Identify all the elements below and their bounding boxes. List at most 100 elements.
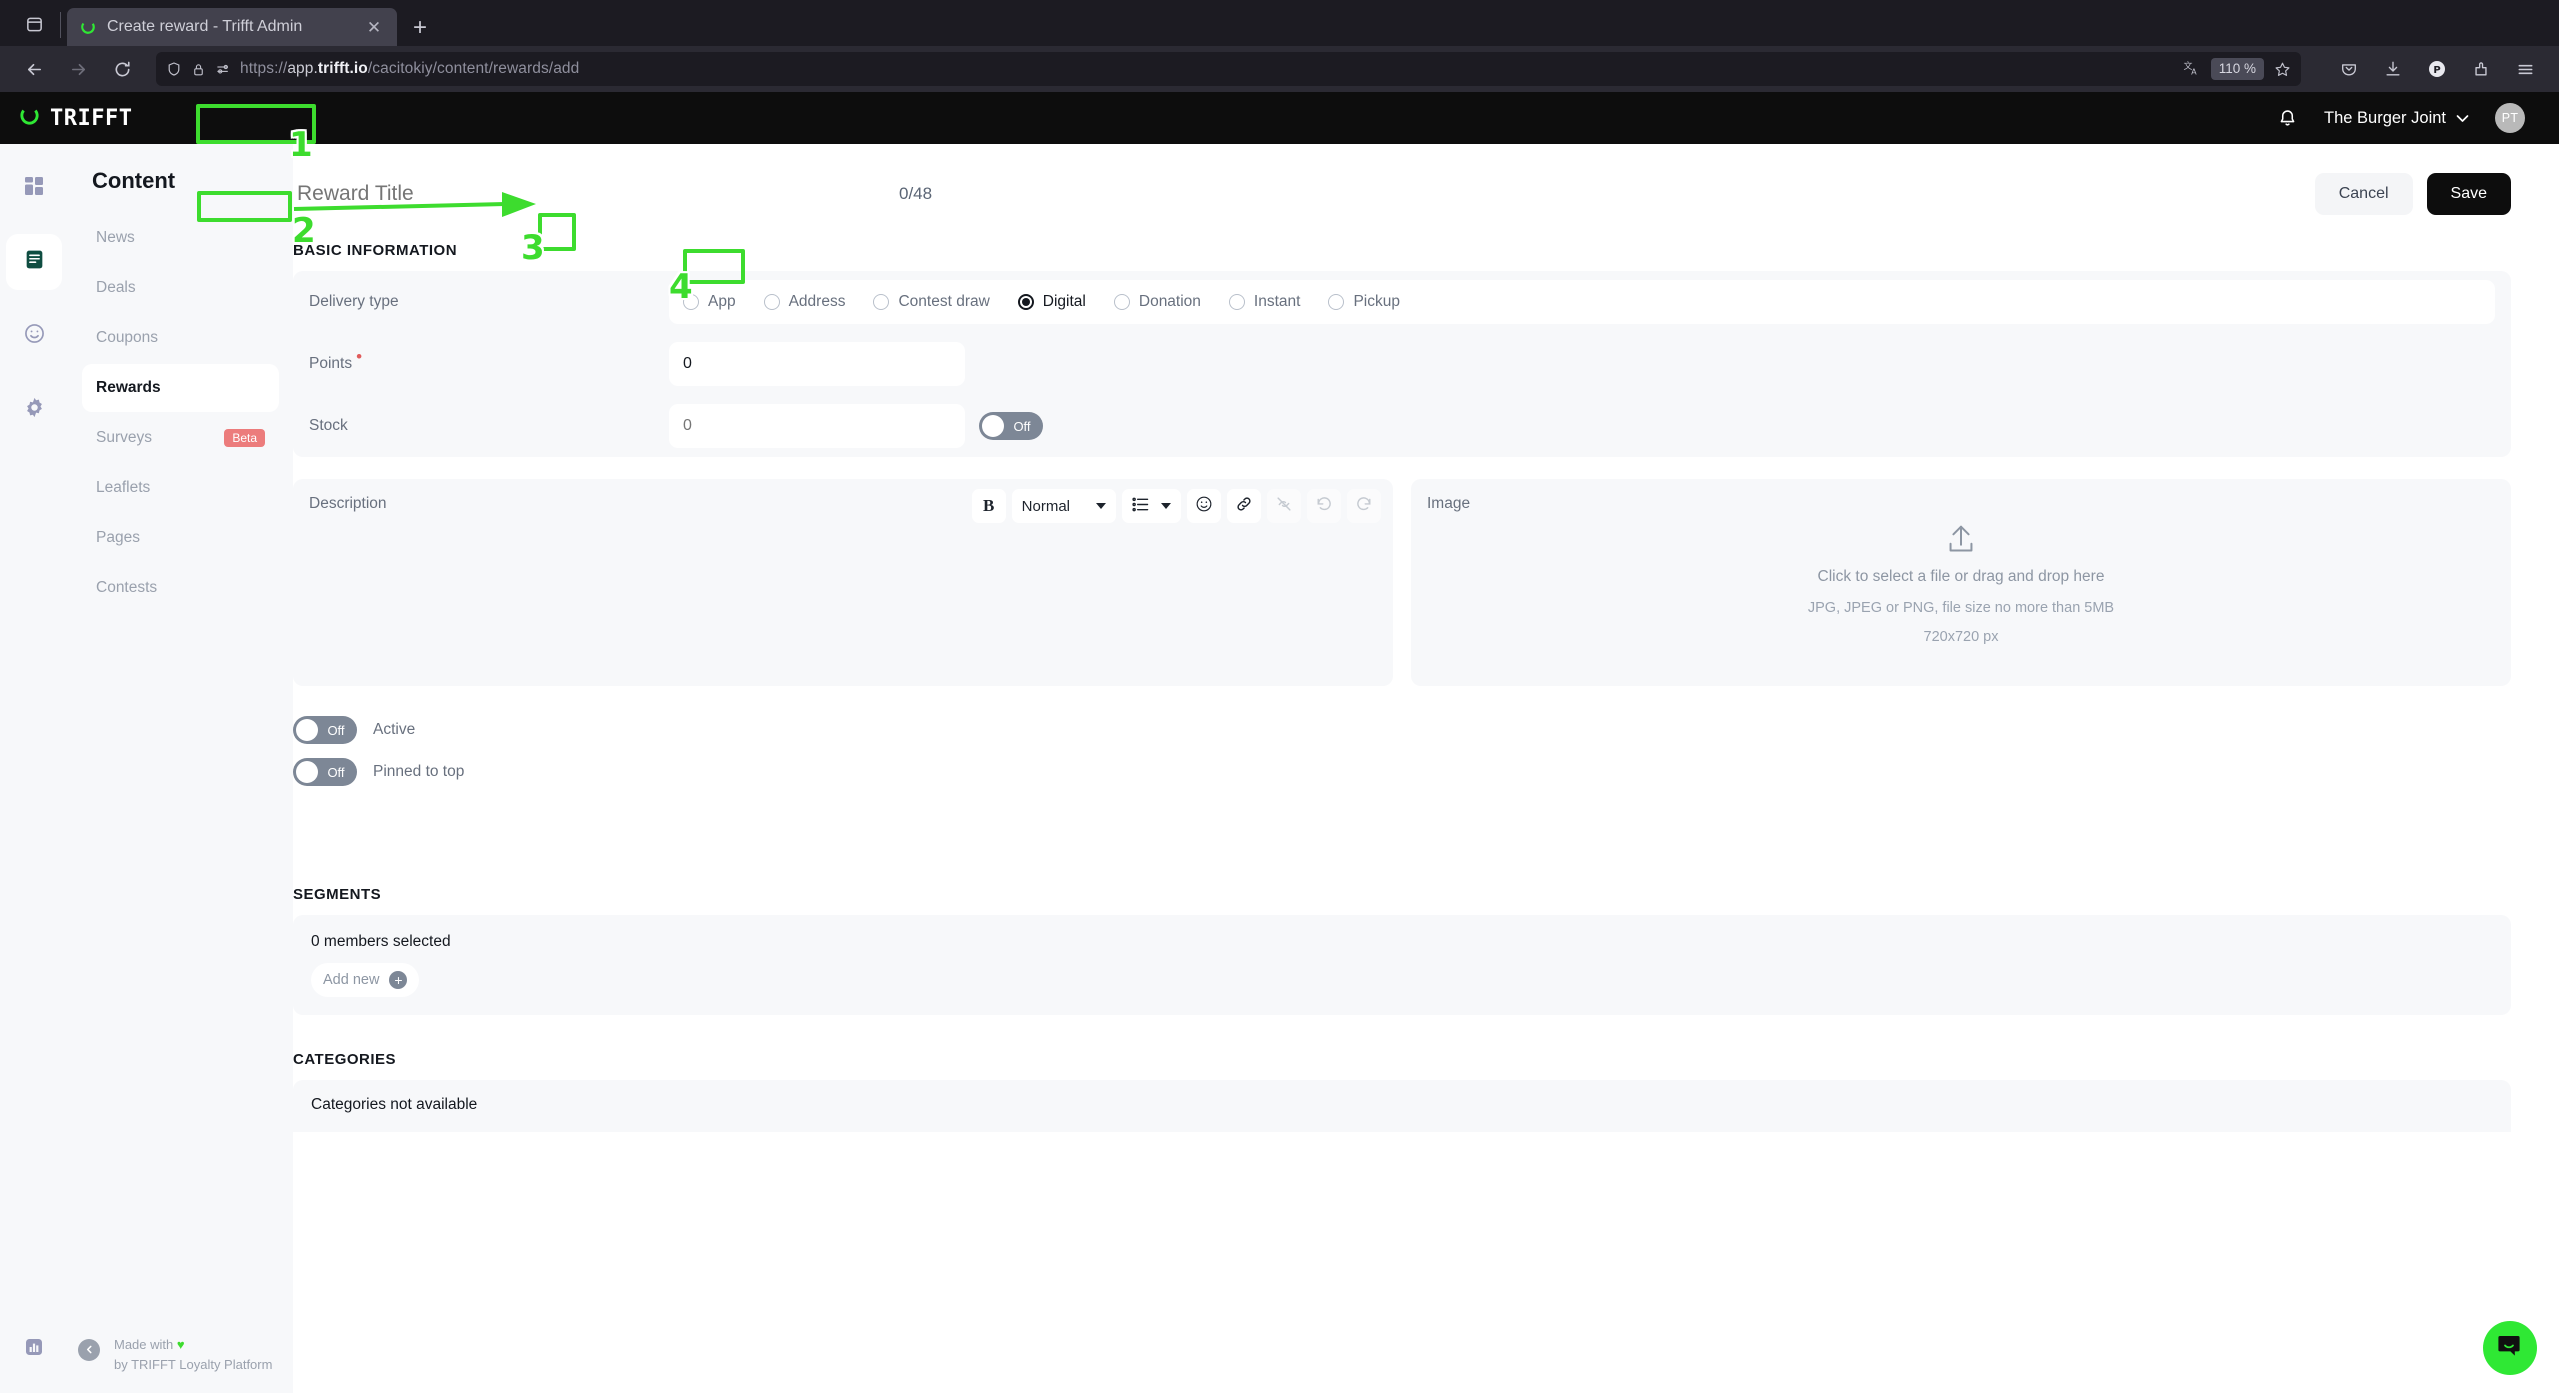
downloads-icon[interactable]	[2373, 51, 2413, 87]
pinned-to-top-toggle[interactable]: Off	[293, 758, 357, 786]
rail-item-dashboard[interactable]	[6, 160, 62, 216]
radio-label: Pickup	[1353, 293, 1400, 310]
stock-input[interactable]	[669, 404, 965, 448]
translate-icon[interactable]: 文 A	[2183, 60, 2201, 78]
close-icon[interactable]: ✕	[363, 19, 385, 36]
sidebar-item-label: Pages	[96, 529, 140, 546]
made-with-line1: Made with	[114, 1336, 174, 1352]
intercom-chat-button[interactable]	[2483, 1321, 2537, 1375]
chevron-left-icon[interactable]	[78, 1338, 100, 1361]
sidebar-item-label: Leaflets	[96, 479, 151, 496]
radio-label: Instant	[1253, 293, 1301, 310]
pinned-to-top-label: Pinned to top	[373, 763, 465, 780]
bulleted-list-icon	[1132, 497, 1149, 516]
sidebar-item-leaflets[interactable]: Leaflets	[82, 464, 279, 512]
radio-circle-icon	[873, 294, 890, 310]
org-name-label: The Burger Joint	[2324, 108, 2446, 127]
delivery-type-label: Delivery type	[309, 293, 399, 310]
text-style-select[interactable]: Normal	[1011, 489, 1116, 523]
emoji-button[interactable]	[1187, 489, 1221, 523]
radio-circle-icon	[763, 294, 780, 310]
link-button[interactable]	[1227, 489, 1261, 523]
radio-contest-draw[interactable]: Contest draw	[873, 293, 990, 311]
shield-icon[interactable]	[166, 61, 182, 77]
profile-icon[interactable]: P	[2417, 51, 2457, 87]
toggle-knob	[296, 719, 318, 741]
radio-donation[interactable]: Donation	[1113, 293, 1201, 311]
page-actions: Cancel Save	[2314, 173, 2511, 215]
radio-instant[interactable]: Instant	[1228, 293, 1301, 311]
radio-digital[interactable]: Digital	[1017, 293, 1086, 311]
back-arrow-icon[interactable]	[14, 51, 54, 87]
list-style-select[interactable]	[1122, 489, 1181, 523]
upload-dimensions-text: 720x720 px	[1923, 628, 1999, 645]
undo-button	[1307, 489, 1341, 523]
save-button[interactable]: Save	[2426, 173, 2511, 215]
segments-card: 0 members selected Add new +	[293, 915, 2511, 1015]
avatar[interactable]: PT	[2495, 103, 2525, 133]
radio-label: Digital	[1042, 293, 1086, 310]
emoji-icon	[1195, 495, 1213, 518]
section-categories: CATEGORIES	[293, 1051, 397, 1068]
lock-icon[interactable]	[191, 62, 206, 77]
sidebar-item-contests[interactable]: Contests	[82, 564, 279, 612]
pocket-icon[interactable]	[2329, 51, 2369, 87]
rail-item-content[interactable]	[6, 234, 62, 290]
smiley-icon	[23, 322, 46, 350]
browser-tab[interactable]: Create reward - Trifft Admin ✕	[67, 8, 397, 46]
zoom-level-badge[interactable]: 110 %	[2210, 57, 2264, 81]
rail-item-settings[interactable]	[6, 382, 62, 438]
bell-icon[interactable]	[2277, 108, 2298, 129]
radio-address[interactable]: Address	[763, 293, 845, 311]
app-logo[interactable]: TRIFFT	[18, 104, 132, 132]
sidebar-item-coupons[interactable]: Coupons	[82, 314, 279, 362]
rail-item-analytics[interactable]	[6, 1321, 62, 1377]
active-toggle[interactable]: Off	[293, 716, 357, 744]
active-toggle-label: Active	[373, 721, 416, 738]
image-upload-card[interactable]: Image Click to select a file or drag and…	[1411, 479, 2511, 686]
toggle-state-label: Off	[327, 722, 345, 738]
reload-icon[interactable]	[102, 51, 142, 87]
sidebar-item-surveys[interactable]: Surveys Beta	[82, 414, 279, 462]
sidebar-item-news[interactable]: News	[82, 214, 279, 262]
description-label: Description	[309, 495, 387, 512]
radio-app[interactable]: App	[683, 293, 736, 311]
tab-list-icon[interactable]	[12, 2, 56, 46]
description-card[interactable]: Description B Normal	[293, 479, 1393, 686]
upload-icon	[1942, 521, 1980, 564]
sidebar-item-rewards[interactable]: Rewards	[82, 364, 279, 412]
toggle-state-label: Off	[1013, 418, 1031, 434]
active-toggle-row: Off Active	[293, 716, 2511, 744]
sidebar-item-pages[interactable]: Pages	[82, 514, 279, 562]
sidebar-footer: Made with ♥ by TRIFFT Loyalty Platform	[78, 1335, 279, 1393]
new-tab-button[interactable]: +	[413, 16, 427, 40]
radio-label: Contest draw	[898, 293, 990, 310]
sidebar-item-deals[interactable]: Deals	[82, 264, 279, 312]
chat-bubble-icon	[2497, 1333, 2523, 1364]
text-style-value: Normal	[1021, 497, 1070, 515]
bold-button[interactable]: B	[971, 489, 1006, 523]
svg-text:P: P	[2433, 65, 2440, 76]
radio-pickup[interactable]: Pickup	[1328, 293, 1400, 311]
permissions-icon[interactable]	[215, 61, 231, 77]
page-viewport: TRIFFT The Burger Joint PT Content News …	[0, 92, 2559, 1393]
star-icon[interactable]	[2274, 61, 2291, 78]
extensions-icon[interactable]	[2461, 51, 2501, 87]
address-bar[interactable]: https://app.trifft.io/cacitokiy/content/…	[156, 52, 2301, 86]
svg-text:A: A	[2191, 66, 2197, 76]
rail-item-engagement[interactable]	[6, 308, 62, 364]
add-new-segment-button[interactable]: Add new +	[311, 963, 420, 997]
brand-name: TRIFFT	[50, 105, 133, 131]
hamburger-menu-icon[interactable]	[2505, 51, 2545, 87]
stock-toggle[interactable]: Off	[979, 412, 1043, 440]
radio-circle-icon	[1228, 294, 1245, 310]
bar-chart-icon	[23, 1336, 45, 1363]
points-input[interactable]	[669, 342, 965, 386]
reward-title-input[interactable]	[293, 176, 593, 212]
cancel-button[interactable]: Cancel	[2314, 173, 2413, 215]
toggle-knob	[982, 415, 1004, 437]
org-switcher[interactable]: The Burger Joint	[2324, 109, 2469, 128]
required-dot-icon: •	[356, 346, 363, 366]
trifft-logo-icon	[79, 18, 97, 36]
forward-arrow-icon[interactable]	[58, 51, 98, 87]
